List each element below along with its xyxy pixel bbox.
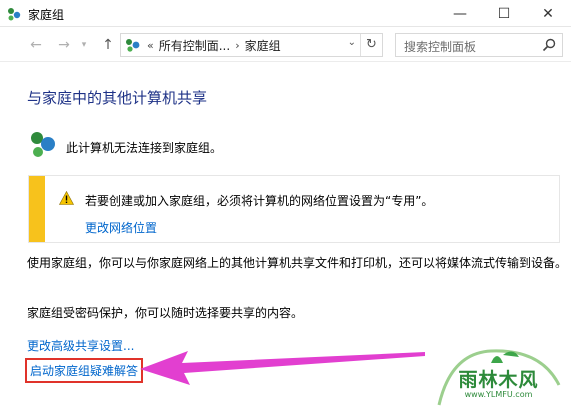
back-button[interactable]: ← <box>26 36 46 54</box>
search-icon[interactable] <box>542 38 556 52</box>
recent-locations-button[interactable]: ▾ <box>78 36 90 54</box>
warning-accent-bar <box>29 176 45 242</box>
close-button[interactable]: ✕ <box>526 0 570 27</box>
address-dropdown-button[interactable]: ⌄ <box>348 37 356 48</box>
forward-button[interactable]: → <box>54 36 74 54</box>
address-bar[interactable]: « 所有控制面... › 家庭组 ⌄ ↻ <box>120 33 383 57</box>
password-note: 家庭组受密码保护，你可以随时选择要共享的内容。 <box>27 306 304 320</box>
watermark: 雨林木风 www.YLMFU.com <box>431 345 566 409</box>
maximize-button[interactable]: ☐ <box>482 0 526 27</box>
breadcrumb-overflow[interactable]: « <box>147 39 154 52</box>
advanced-sharing-link[interactable]: 更改高级共享设置... <box>27 337 134 354</box>
watermark-url: www.YLMFU.com <box>464 390 533 399</box>
breadcrumb-separator[interactable]: › <box>235 39 239 52</box>
homegroup-description: 使用家庭组，你可以与你家庭网络上的其他计算机共享文件和打印机，还可以将媒体流式传… <box>27 256 568 270</box>
search-placeholder: 搜索控制面板 <box>404 40 477 54</box>
homegroup-icon <box>8 8 21 21</box>
warning-panel: 若要创建或加入家庭组，必须将计算机的网络位置设置为“专用”。 更改网络位置 <box>28 175 560 243</box>
content-pane: 与家庭中的其他计算机共享 此计算机无法连接到家庭组。 若要创建或加入家庭组，必须… <box>0 63 571 412</box>
refresh-button[interactable]: ↻ <box>360 34 382 56</box>
breadcrumb-item-homegroup[interactable]: 家庭组 <box>245 37 281 54</box>
warning-message: 若要创建或加入家庭组，必须将计算机的网络位置设置为“专用”。 <box>85 194 434 208</box>
navigation-bar: ← → ▾ ↑ « 所有控制面... › 家庭组 ⌄ ↻ 搜索控制面板 <box>0 28 571 62</box>
minimize-button[interactable]: — <box>438 0 482 27</box>
homegroup-icon <box>31 132 55 157</box>
page-title: 与家庭中的其他计算机共享 <box>27 89 208 107</box>
pointer-arrow-annotation <box>140 351 425 385</box>
breadcrumb-item-control-panel[interactable]: 所有控制面... <box>159 37 230 54</box>
connection-status: 此计算机无法连接到家庭组。 <box>66 141 223 155</box>
watermark-text: 雨林木风 <box>458 369 539 391</box>
search-input[interactable]: 搜索控制面板 <box>395 33 563 57</box>
warning-icon <box>59 191 74 205</box>
window-title: 家庭组 <box>28 8 65 22</box>
title-bar: 家庭组 — ☐ ✕ <box>0 0 571 27</box>
up-button[interactable]: ↑ <box>98 36 118 54</box>
change-network-location-link[interactable]: 更改网络位置 <box>85 219 157 236</box>
homegroup-troubleshooter-link[interactable]: 启动家庭组疑难解答 <box>25 358 144 383</box>
homegroup-icon <box>126 39 140 52</box>
